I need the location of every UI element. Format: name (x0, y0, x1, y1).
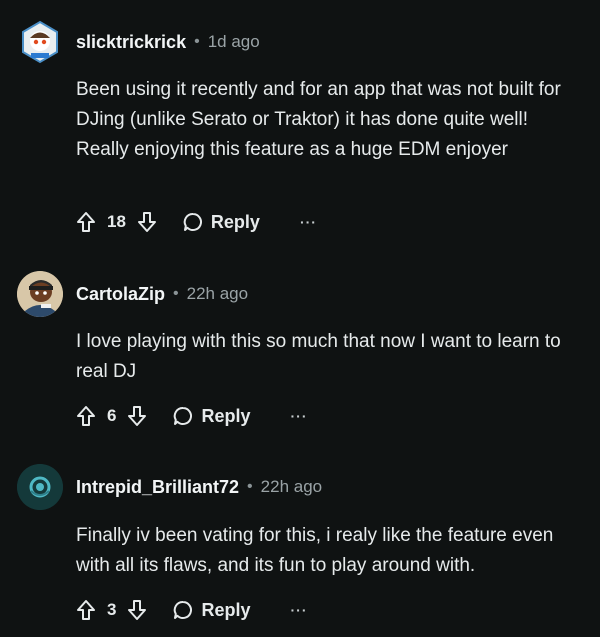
comment-text: I love playing with this so much that no… (76, 331, 561, 382)
comment-actions: 18 Reply ··· (75, 207, 317, 237)
separator-dot: • (247, 478, 253, 495)
timestamp: 22h ago (186, 284, 249, 303)
downvote-icon[interactable] (126, 598, 148, 622)
downvote-icon[interactable] (136, 210, 158, 234)
avatar[interactable] (17, 271, 63, 317)
comment-header: CartolaZip • 22h ago (17, 271, 248, 317)
separator-dot: • (173, 285, 179, 302)
upvote-icon[interactable] (75, 210, 97, 234)
comment-text: Finally iv been vating for this, i realy… (76, 525, 554, 576)
upvote-icon[interactable] (75, 404, 97, 428)
vote-count: 18 (107, 212, 126, 231)
reply-button[interactable]: Reply (172, 599, 251, 621)
reply-label: Reply (210, 211, 260, 232)
speech-bubble-icon (174, 600, 193, 619)
username[interactable]: Intrepid_Brilliant72 (76, 477, 239, 498)
more-options-icon[interactable]: ··· (291, 409, 308, 423)
speech-bubble-icon (174, 406, 193, 425)
downvote-icon[interactable] (126, 404, 148, 428)
speech-bubble-icon (183, 212, 202, 231)
timestamp: 22h ago (260, 477, 323, 496)
comment-actions: 3 Reply ··· (75, 595, 308, 625)
avatar[interactable] (17, 19, 63, 65)
snoo-avatar-icon (17, 271, 63, 317)
more-options-icon[interactable]: ··· (291, 603, 308, 617)
comment-actions: 6 Reply ··· (75, 401, 308, 431)
username[interactable]: CartolaZip (76, 284, 165, 305)
vote-count: 3 (107, 600, 117, 619)
username[interactable]: slicktrickrick (76, 32, 186, 53)
snoo-avatar-icon (22, 20, 58, 64)
comment-header: slicktrickrick • 1d ago (17, 19, 260, 65)
reply-button[interactable]: Reply (172, 405, 251, 427)
vote-count: 6 (107, 406, 117, 425)
upvote-icon[interactable] (75, 598, 97, 622)
comment-header: Intrepid_Brilliant72 • 22h ago (17, 464, 322, 510)
reply-button[interactable]: Reply (182, 211, 260, 233)
separator-dot: • (194, 33, 200, 50)
comment-text: Been using it recently and for an app th… (76, 79, 561, 160)
timestamp: 1d ago (207, 32, 260, 51)
reply-label: Reply (201, 599, 251, 620)
more-options-icon[interactable]: ··· (300, 215, 317, 229)
avatar[interactable] (17, 464, 63, 510)
default-avatar-icon (17, 464, 63, 510)
reply-label: Reply (201, 405, 251, 426)
